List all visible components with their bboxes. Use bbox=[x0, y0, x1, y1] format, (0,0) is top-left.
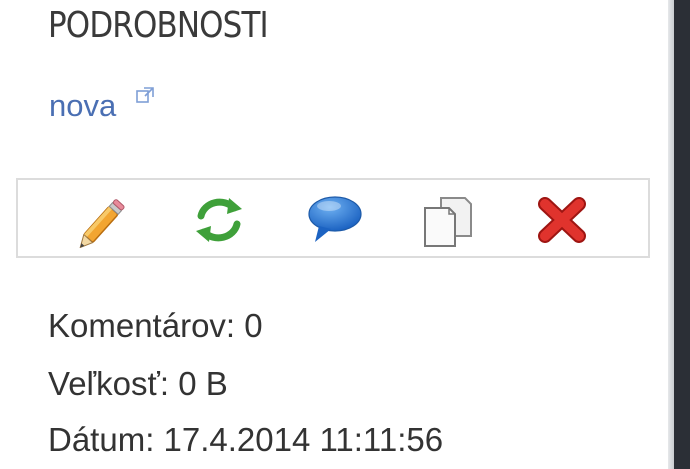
details-panel: PODROBNOSTI nova Komentárov: 0 Veľkosť: … bbox=[0, 0, 668, 469]
comments-count: Komentárov: 0 bbox=[48, 307, 263, 344]
details-title: PODROBNOSTI bbox=[48, 5, 269, 46]
file-actions-toolbar bbox=[16, 178, 650, 258]
copy-button[interactable] bbox=[419, 192, 477, 248]
pencil-icon bbox=[79, 199, 125, 248]
edit-button[interactable] bbox=[76, 192, 134, 248]
red-x-icon bbox=[538, 197, 586, 243]
copy-documents-icon bbox=[424, 197, 472, 247]
delete-button[interactable] bbox=[533, 192, 591, 248]
file-date: Dátum: 17.4.2014 11:11:56 bbox=[48, 421, 444, 458]
comment-button[interactable] bbox=[305, 192, 363, 248]
document-link[interactable]: nova bbox=[49, 86, 116, 126]
external-link-icon bbox=[136, 86, 156, 104]
speech-bubble-icon bbox=[308, 196, 362, 242]
refresh-button[interactable] bbox=[190, 192, 248, 248]
refresh-arrows-icon bbox=[196, 198, 242, 242]
dark-side-strip bbox=[674, 0, 690, 469]
file-size: Veľkosť: 0 B bbox=[48, 365, 228, 402]
